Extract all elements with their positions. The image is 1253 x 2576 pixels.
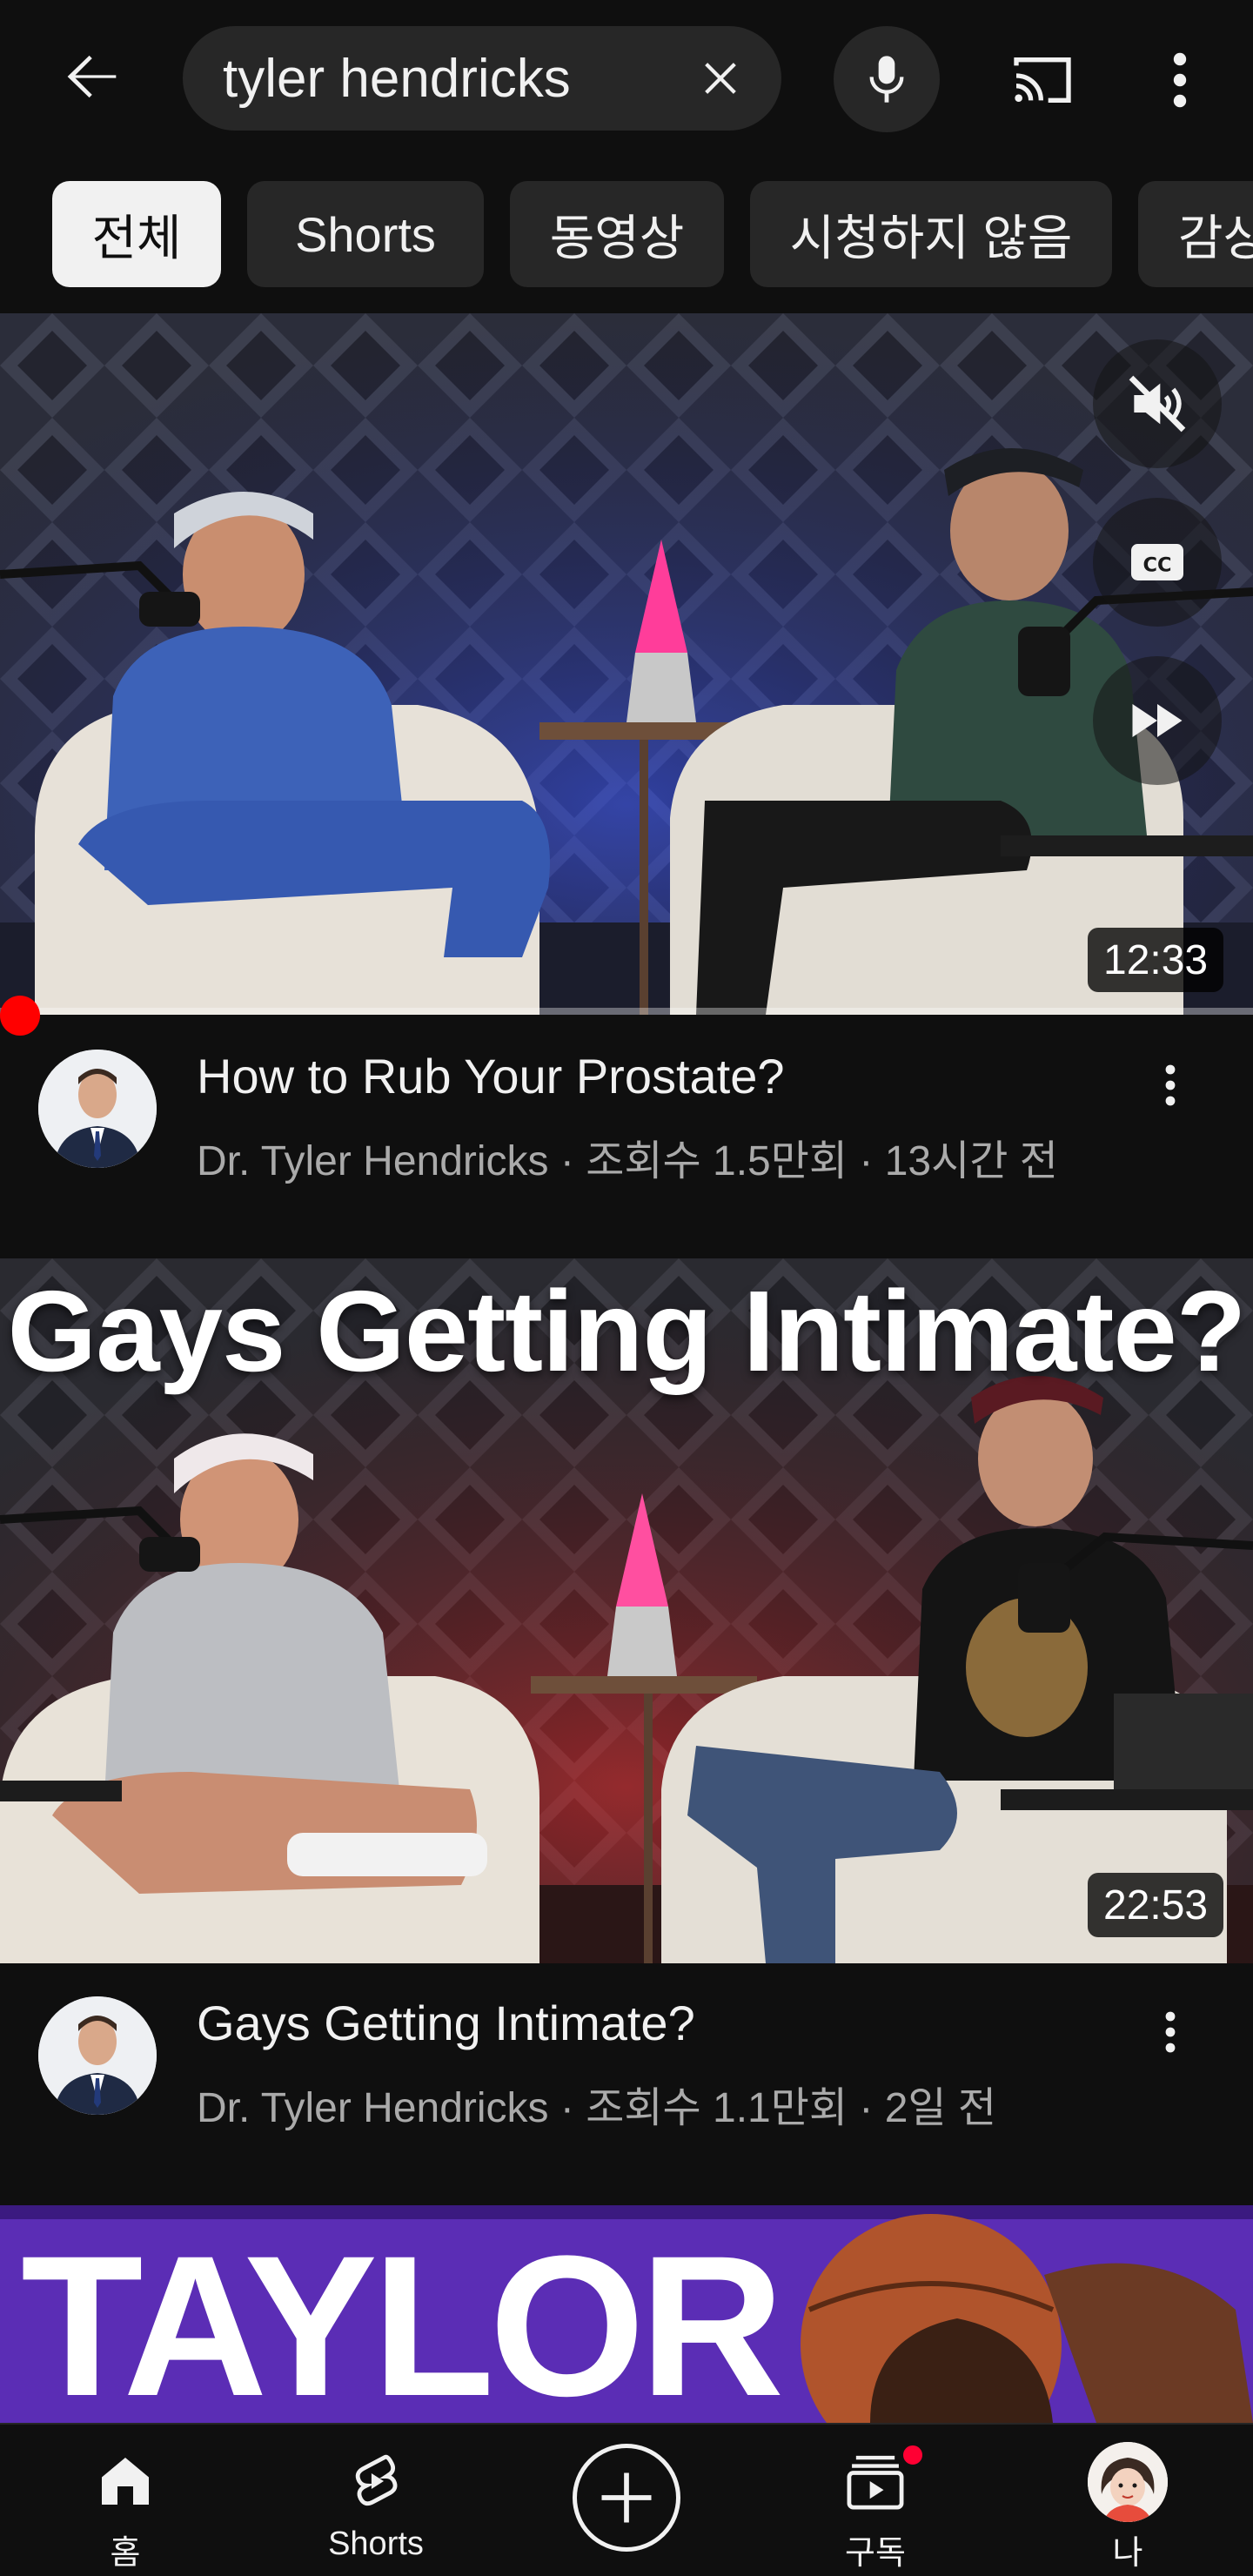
closed-captions-icon: CC	[1131, 544, 1183, 580]
video-subtitle-2: Dr. Tyler Hendricks · 조회수 1.1만회 · 2일 전	[197, 2085, 997, 2131]
nav-subscriptions[interactable]: 구독	[788, 2425, 962, 2576]
channel-avatar[interactable]	[38, 1996, 157, 2115]
thumbnail-headline: Gays Getting Intimate?	[7, 1267, 1247, 1395]
captions-button[interactable]: CC	[1093, 498, 1222, 627]
nav-you[interactable]: 나	[1041, 2425, 1215, 2576]
more-vertical-icon	[1165, 2011, 1176, 2053]
chip-all[interactable]: 전체	[52, 181, 221, 287]
video-subtitle-1: Dr. Tyler Hendricks · 조회수 1.5만회 · 13시간 전	[197, 1138, 1058, 1184]
notification-dot	[900, 2442, 926, 2468]
chip-videos[interactable]: 동영상	[510, 181, 724, 287]
avatar-image	[38, 1996, 157, 2115]
nav-home[interactable]: 홈	[38, 2425, 212, 2576]
arrow-left-icon	[67, 55, 117, 98]
youtube-search-results: tyler hendricks 전체 Shorts 동영상 시청하지 않음 감상…	[0, 0, 1253, 2576]
video-thumbnail-3[interactable]: TAYLOR	[0, 2205, 1253, 2423]
nav-shorts-label: Shorts	[328, 2526, 424, 2562]
nav-subscriptions-label: 구독	[845, 2535, 906, 2572]
mute-button[interactable]	[1093, 339, 1222, 468]
channel-avatar[interactable]	[38, 1050, 157, 1168]
more-vertical-icon	[1165, 1064, 1176, 1106]
video-thumbnail-1[interactable]: CC 12:33	[0, 313, 1253, 1015]
chip-shorts[interactable]: Shorts	[247, 181, 484, 287]
more-options-button[interactable]	[1145, 38, 1215, 122]
profile-avatar	[1088, 2442, 1168, 2522]
shorts-icon	[338, 2444, 413, 2519]
video-menu-button-1[interactable]	[1140, 1046, 1201, 1124]
video-progress-track[interactable]	[0, 1008, 1253, 1015]
more-vertical-icon	[1173, 52, 1187, 108]
nav-you-label: 나	[1112, 2535, 1143, 2572]
video-meta-1[interactable]: How to Rub Your Prostate? Dr. Tyler Hend…	[0, 1023, 1253, 1184]
voice-search-button[interactable]	[834, 26, 940, 132]
create-button[interactable]	[573, 2444, 680, 2552]
fast-forward-icon	[1132, 704, 1183, 737]
thumbnail-headline: TAYLOR	[21, 2214, 784, 2424]
nav-home-label: 홈	[110, 2535, 141, 2572]
cast-icon	[1014, 57, 1071, 103]
clear-search-button[interactable]	[686, 44, 755, 113]
video-title-1[interactable]: How to Rub Your Prostate?	[197, 1048, 785, 1104]
thumbnail-image	[0, 313, 1253, 1015]
microphone-icon	[869, 56, 904, 103]
home-icon	[88, 2444, 163, 2519]
chip-watched[interactable]: 감상	[1138, 181, 1253, 287]
svg-text:CC: CC	[1142, 554, 1171, 577]
volume-off-icon	[1129, 375, 1186, 433]
cast-button[interactable]	[1001, 38, 1084, 122]
back-button[interactable]	[52, 35, 136, 118]
plus-icon	[601, 2472, 652, 2523]
nav-shorts[interactable]: Shorts	[289, 2425, 463, 2576]
search-box[interactable]: tyler hendricks	[183, 26, 781, 131]
bottom-navigation: 홈 Shorts 구독 나	[0, 2423, 1253, 2576]
video-menu-button-2[interactable]	[1140, 1993, 1201, 2071]
search-header: tyler hendricks	[0, 0, 1253, 157]
filter-chips: 전체 Shorts 동영상 시청하지 않음 감상	[0, 181, 1253, 289]
video-meta-2[interactable]: Gays Getting Intimate? Dr. Tyler Hendric…	[0, 1970, 1253, 2131]
avatar-image	[38, 1050, 157, 1168]
video-title-2[interactable]: Gays Getting Intimate?	[197, 1995, 695, 2051]
video-thumbnail-2[interactable]: Gays Getting Intimate? 22:53	[0, 1258, 1253, 1963]
close-icon	[705, 63, 736, 94]
skip-forward-button[interactable]	[1093, 656, 1222, 785]
chip-unwatched[interactable]: 시청하지 않음	[750, 181, 1112, 287]
video-duration-2: 22:53	[1088, 1873, 1224, 1937]
search-input[interactable]: tyler hendricks	[223, 48, 686, 110]
video-duration-1: 12:33	[1088, 928, 1224, 992]
